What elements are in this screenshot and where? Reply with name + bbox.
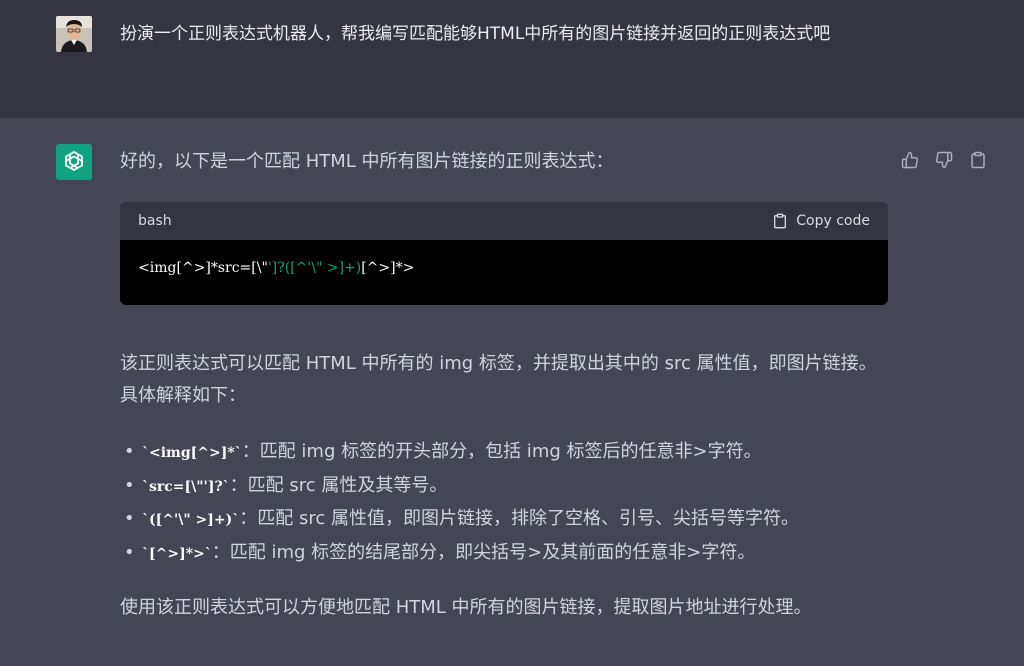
conclusion-paragraph: 使用该正则表达式可以方便地匹配 HTML 中所有的图片链接，提取图片地址进行处理… bbox=[120, 597, 812, 618]
user-message-row: 扮演一个正则表达式机器人，帮我编写匹配能够HTML中所有的图片链接并返回的正则表… bbox=[0, 0, 1024, 118]
code-block: bash Copy code <img[^>]*src=[\"']?([^'\"… bbox=[120, 202, 888, 305]
explanation-paragraph: 该正则表达式可以匹配 HTML 中所有的 img 标签，并提取出其中的 src … bbox=[120, 353, 877, 406]
inline-code: `([^'\" >]+)` bbox=[142, 512, 240, 528]
code-segment: <img[^>]*src=[\" bbox=[138, 260, 268, 276]
thumbs-down-icon[interactable] bbox=[932, 148, 956, 172]
list-item: `[^>]*>`：匹配 img 标签的结尾部分，即尖括号>及其前面的任意非>字符… bbox=[120, 537, 880, 571]
assistant-message-row: 好的，以下是一个匹配 HTML 中所有图片链接的正则表达式： bash Copy… bbox=[0, 118, 1024, 666]
thumbs-up-icon[interactable] bbox=[898, 148, 922, 172]
code-block-header: bash Copy code bbox=[120, 202, 888, 240]
explanation-list: `<img[^>]*`：匹配 img 标签的开头部分，包括 img 标签后的任意… bbox=[120, 436, 880, 570]
user-avatar bbox=[56, 16, 92, 52]
list-item: `src=[\"']?`：匹配 src 属性及其等号。 bbox=[120, 470, 880, 504]
feedback-toolbar bbox=[898, 148, 990, 172]
assistant-intro-text: 好的，以下是一个匹配 HTML 中所有图片链接的正则表达式： bbox=[120, 151, 614, 172]
inline-code: `<img[^>]*` bbox=[142, 445, 242, 461]
list-item-text: ：匹配 img 标签的结尾部分，即尖括号>及其前面的任意非>字符。 bbox=[211, 541, 756, 563]
list-item-text: ：匹配 img 标签的开头部分，包括 img 标签后的任意非>字符。 bbox=[241, 441, 762, 462]
code-language-label: bash bbox=[138, 213, 172, 229]
list-item-text: ：匹配 src 属性值，即图片链接，排除了空格、引号、尖括号等字符。 bbox=[239, 508, 799, 529]
list-item: `([^'\" >]+)`：匹配 src 属性值，即图片链接，排除了空格、引号、… bbox=[120, 503, 880, 537]
clipboard-icon[interactable] bbox=[966, 148, 990, 172]
code-content: <img[^>]*src=[\"']?([^'\" >]+)[^>]*> bbox=[120, 240, 888, 296]
clipboard-icon bbox=[774, 213, 787, 229]
user-message-text: 扮演一个正则表达式机器人，帮我编写匹配能够HTML中所有的图片链接并返回的正则表… bbox=[120, 24, 831, 44]
code-string-segment: ']?([^'\" >]+) bbox=[267, 260, 362, 276]
openai-logo-icon bbox=[56, 144, 92, 180]
inline-code: `src=[\"']?` bbox=[142, 478, 230, 495]
code-segment: [^>]*> bbox=[361, 260, 415, 276]
list-item-text: ：匹配 src 属性及其等号。 bbox=[229, 474, 448, 496]
copy-code-label: Copy code bbox=[796, 213, 870, 229]
copy-code-button[interactable]: Copy code bbox=[772, 213, 870, 229]
list-item: `<img[^>]*`：匹配 img 标签的开头部分，包括 img 标签后的任意… bbox=[120, 436, 880, 470]
inline-code: `[^>]*>` bbox=[142, 545, 212, 562]
